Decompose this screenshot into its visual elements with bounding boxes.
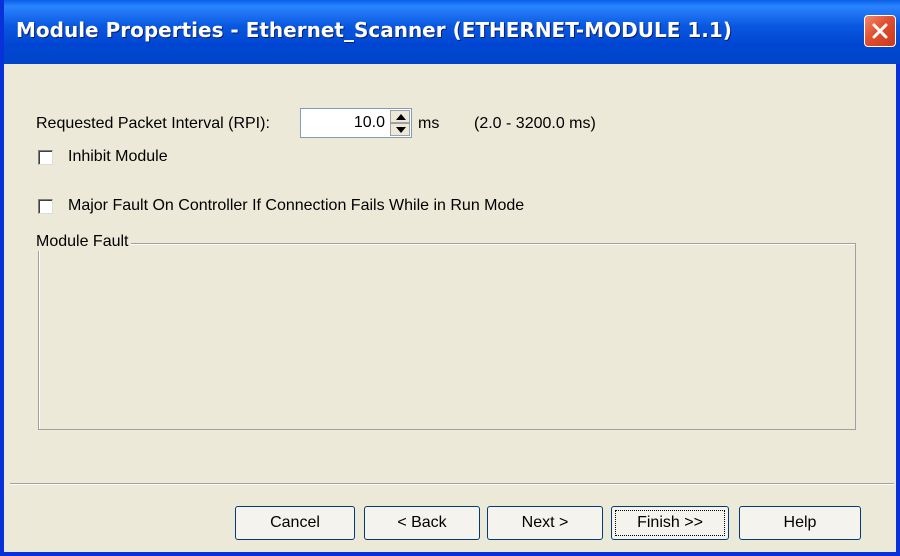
close-button[interactable]	[864, 15, 896, 47]
close-icon	[872, 23, 888, 39]
window-title: Module Properties - Ethernet_Scanner (ET…	[16, 18, 732, 42]
module-fault-title: Module Fault	[34, 233, 131, 251]
inhibit-module-label[interactable]: Inhibit Module	[68, 148, 168, 166]
module-properties-dialog: Module Properties - Ethernet_Scanner (ET…	[0, 0, 900, 556]
next-button[interactable]: Next >	[487, 506, 603, 540]
finish-button-label: Finish >>	[637, 514, 703, 531]
arrow-down-icon	[396, 127, 406, 133]
inhibit-module-checkbox-box[interactable]	[38, 150, 53, 165]
button-separator	[10, 483, 894, 485]
rpi-label: Requested Packet Interval (RPI):	[36, 115, 270, 132]
module-fault-groupbox	[38, 243, 856, 430]
rpi-unit: ms	[418, 115, 440, 132]
rpi-spinner	[390, 110, 410, 136]
cancel-button[interactable]: Cancel	[235, 506, 355, 540]
arrow-up-icon	[396, 114, 406, 120]
major-fault-checkbox[interactable]: Major Fault On Controller If Connection …	[38, 197, 598, 217]
major-fault-label[interactable]: Major Fault On Controller If Connection …	[68, 197, 524, 215]
help-button[interactable]: Help	[739, 506, 861, 540]
title-bar[interactable]: Module Properties - Ethernet_Scanner (ET…	[4, 0, 900, 64]
major-fault-checkbox-box[interactable]	[38, 199, 53, 214]
rpi-spin-up-button[interactable]	[390, 110, 410, 123]
rpi-spin-down-button[interactable]	[390, 123, 410, 136]
finish-button[interactable]: Finish >>	[611, 506, 729, 540]
inhibit-module-checkbox[interactable]: Inhibit Module	[38, 148, 238, 168]
back-button[interactable]: < Back	[364, 506, 480, 540]
rpi-range-hint: (2.0 - 3200.0 ms)	[474, 115, 596, 132]
